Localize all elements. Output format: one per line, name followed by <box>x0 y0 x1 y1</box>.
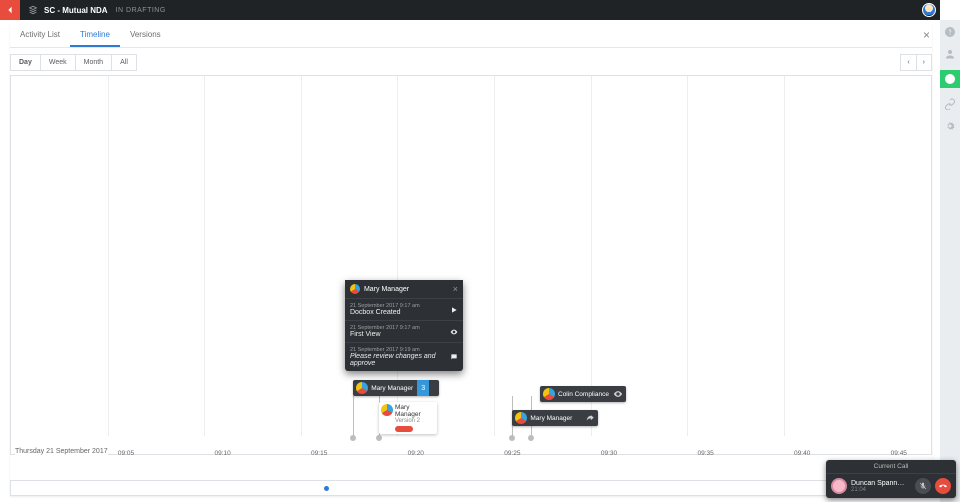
event-card-name: Mary Manager <box>530 415 572 422</box>
right-rail <box>940 20 960 502</box>
eye-icon <box>450 328 458 336</box>
event-tooltip: Mary Manager × 21 September 2017 9:17 am… <box>345 280 463 371</box>
avatar-icon <box>543 388 555 400</box>
range-all[interactable]: All <box>111 54 137 71</box>
tooltip-row[interactable]: 21 September 2017 9:17 am Docbox Created <box>345 298 463 320</box>
tab-timeline[interactable]: Timeline <box>70 24 120 47</box>
document-status: IN DRAFTING <box>116 7 166 14</box>
caller-avatar <box>831 478 847 494</box>
event-card-mary-share[interactable]: Mary Manager <box>512 410 598 426</box>
tick-label: 09:05 <box>118 450 134 457</box>
chat-icon <box>450 353 458 361</box>
prev-range-button[interactable]: ‹ <box>900 54 916 71</box>
avatar-icon <box>350 284 360 294</box>
tick-label: 09:25 <box>504 450 520 457</box>
settings-icon[interactable] <box>944 120 956 132</box>
document-title: SC - Mutual NDA <box>44 6 108 15</box>
current-call-card: Current Call Duncan Spann… 21:04 <box>826 460 956 498</box>
tab-activity-list[interactable]: Activity List <box>10 24 70 47</box>
call-title: Current Call <box>826 460 956 474</box>
tick-label: 09:10 <box>214 450 230 457</box>
tab-versions[interactable]: Versions <box>120 24 171 47</box>
event-card-subtitle: Version 2 <box>395 418 434 424</box>
avatar-icon <box>356 382 368 394</box>
mute-button[interactable] <box>915 478 931 494</box>
event-card-colin[interactable]: Colin Compliance <box>540 386 626 402</box>
next-range-button[interactable]: › <box>916 54 932 71</box>
play-icon <box>450 306 458 314</box>
activity-panel: Activity List Timeline Versions × Day We… <box>10 24 932 496</box>
range-toolbar: Day Week Month All ‹ › <box>10 54 932 71</box>
event-card-name: Colin Compliance <box>558 391 609 398</box>
timeline-date: Thursday 21 September 2017 <box>15 446 108 455</box>
hangup-button[interactable] <box>935 478 951 494</box>
timeline-rail-button[interactable] <box>940 70 960 88</box>
event-card-name: Mary Manager <box>395 404 434 418</box>
tabs: Activity List Timeline Versions × <box>10 24 932 48</box>
tick-label: 09:20 <box>408 450 424 457</box>
tick-label: 09:45 <box>891 450 907 457</box>
status-pill <box>395 426 413 432</box>
avatar-icon <box>381 404 393 416</box>
tooltip-message: First View <box>350 331 458 338</box>
timeline-scrollbar[interactable] <box>10 480 932 496</box>
event-card-name: Mary Manager <box>371 385 413 392</box>
range-day[interactable]: Day <box>10 54 41 71</box>
current-user-avatar[interactable] <box>922 3 936 17</box>
event-card-mary-main[interactable]: Mary Manager 3 <box>353 380 439 396</box>
avatar-icon <box>515 412 527 424</box>
range-week[interactable]: Week <box>40 54 76 71</box>
timeline-chart[interactable]: 09:00 09:05 09:10 09:15 09:20 09:25 09:3… <box>10 75 932 455</box>
close-panel-button[interactable]: × <box>921 26 932 44</box>
tooltip-name: Mary Manager <box>364 286 409 293</box>
tick-label: 09:15 <box>311 450 327 457</box>
back-button[interactable] <box>0 0 20 20</box>
event-card-version[interactable]: Mary Manager Version 2 <box>379 402 437 434</box>
event-count-badge: 3 <box>417 380 429 396</box>
scroll-thumb[interactable] <box>324 486 329 491</box>
caller-name: Duncan Spann… <box>851 480 911 487</box>
tooltip-row[interactable]: 21 September 2017 9:17 am First View <box>345 320 463 342</box>
share-icon <box>585 413 595 423</box>
tooltip-message: Docbox Created <box>350 309 458 316</box>
tooltip-close-button[interactable]: × <box>453 285 458 294</box>
tick-label: 09:30 <box>601 450 617 457</box>
link-icon[interactable] <box>944 98 956 110</box>
users-icon[interactable] <box>944 48 956 60</box>
tick-label: 09:35 <box>697 450 713 457</box>
document-icon <box>28 5 38 15</box>
tooltip-message: Please review changes and approve <box>350 353 458 367</box>
tick-label: 09:40 <box>794 450 810 457</box>
call-duration: 21:04 <box>851 487 911 493</box>
range-month[interactable]: Month <box>75 54 112 71</box>
eye-icon <box>613 389 623 399</box>
help-icon[interactable] <box>944 26 956 38</box>
tooltip-row[interactable]: 21 September 2017 9:19 am Please review … <box>345 342 463 371</box>
